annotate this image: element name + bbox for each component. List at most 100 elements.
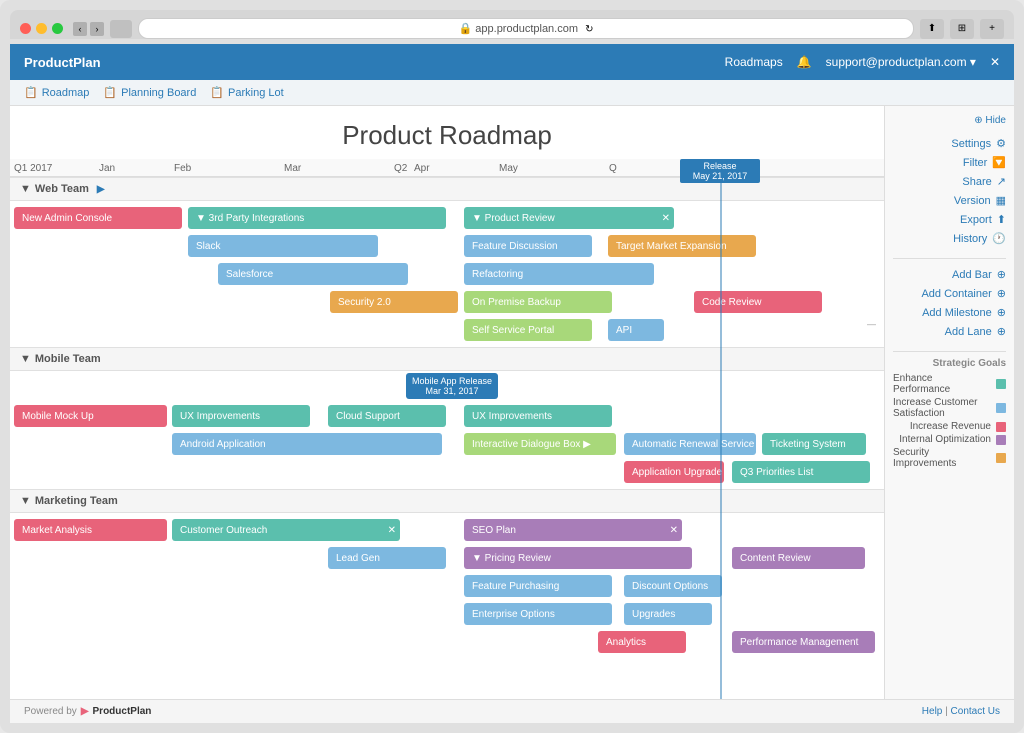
address-bar[interactable]: 🔒 app.productplan.com ↻ [138,18,914,39]
list-item[interactable]: Self Service Portal [464,319,592,341]
add-container-icon: ⊕ [997,287,1006,300]
list-item[interactable]: Mobile Mock Up [14,405,167,427]
web-team-arrow: ▶ [97,184,105,195]
legend-color-4 [996,453,1006,463]
parking-icon: 📋 [210,86,224,99]
sidebar: ⊕ Hide Settings ⚙ Filter 🔽 Share ↗ [884,106,1014,699]
list-item[interactable]: New Admin Console [14,207,182,229]
share-icon: ↗ [997,175,1006,188]
planning-board-tab[interactable]: 📋 Planning Board [103,86,196,99]
list-item[interactable]: Security 2.0 [330,291,458,313]
mar-label: Mar [284,163,394,174]
mobile-team-bars: Mobile Mock Up UX Improvements Cloud Sup… [10,399,884,489]
planning-icon: 📋 [103,86,117,99]
back-button[interactable]: ‹ [73,22,87,36]
collapse-icon[interactable]: ▼ [20,183,31,195]
new-tab-button[interactable]: ⊞ [950,19,974,39]
list-item[interactable]: Enterprise Options [464,603,612,625]
list-item[interactable]: Android Application [172,433,442,455]
roadmaps-link[interactable]: Roadmaps [725,55,783,69]
add-bar-icon: ⊕ [997,268,1006,281]
list-item[interactable]: Interactive Dialogue Box ▶ [464,433,616,455]
pricing-review-bar[interactable]: ▼ Pricing Review [464,547,692,569]
share-button[interactable]: ⬆ [920,19,944,39]
window-button[interactable] [110,20,132,38]
row-options: — [867,319,876,329]
list-item[interactable]: Target Market Expansion [608,235,756,257]
list-item[interactable]: On Premise Backup [464,291,612,313]
user-menu[interactable]: support@productplan.com ▾ [826,55,976,69]
add-milestone-item[interactable]: Add Milestone ⊕ [893,303,1006,322]
list-item[interactable]: Cloud Support [328,405,446,427]
settings-icon: ⚙ [996,137,1006,150]
list-item[interactable]: Feature Purchasing [464,575,612,597]
version-item[interactable]: Version ▦ [893,191,1006,210]
legend-item-2: Increase Revenue [893,421,1006,432]
footer-productplan-logo: ▶ [81,706,89,717]
collapse-icon[interactable]: ▼ [20,495,31,507]
list-item[interactable]: Performance Management [732,631,875,653]
roadmap-tab[interactable]: 📋 Roadmap [24,86,89,99]
traffic-yellow [36,23,47,34]
list-item[interactable]: Refactoring [464,263,654,285]
add-section: Add Bar ⊕ Add Container ⊕ Add Milestone … [893,265,1006,341]
settings-item[interactable]: Settings ⚙ [893,134,1006,153]
list-item[interactable]: Q3 Priorities List [732,461,870,483]
list-item[interactable]: Ticketing System [762,433,866,455]
help-link[interactable]: Help [922,706,943,717]
list-item[interactable]: ▼ Product Review ✕ [464,207,674,229]
table-row: Lead Gen ▼ Pricing Review Content Review [14,545,880,571]
table-row: Salesforce Refactoring [14,261,880,287]
mobile-milestone: Mobile App Release Mar 31, 2017 [406,373,498,399]
q1-label: Q1 2017 [14,163,99,174]
mobile-team-header: ▼ Mobile Team [10,347,884,371]
list-item[interactable]: Upgrades [624,603,712,625]
legend-color-0 [996,379,1006,389]
list-item[interactable]: Content Review [732,547,865,569]
list-item[interactable]: Customer Outreach ✕ [172,519,400,541]
footer-separator: | [945,706,948,717]
refresh-button[interactable]: ↻ [585,24,593,35]
add-milestone-icon: ⊕ [997,306,1006,319]
show-hide-toggle[interactable]: ⊕ Hide [974,115,1006,126]
list-item[interactable]: Automatic Renewal Service [624,433,756,455]
contact-link[interactable]: Contact Us [951,706,1000,717]
close-icon[interactable]: ✕ [990,55,1000,69]
forward-button[interactable]: › [90,22,104,36]
table-row: Mobile Mock Up UX Improvements Cloud Sup… [14,403,880,429]
list-item[interactable]: Application Upgrade [624,461,724,483]
main-layout: Product Roadmap Q1 2017 Jan Feb Mar Q2 A… [10,106,1014,699]
add-lane-item[interactable]: Add Lane ⊕ [893,322,1006,341]
filter-item[interactable]: Filter 🔽 [893,153,1006,172]
list-item[interactable]: Code Review [694,291,822,313]
legend-item-1: Increase Customer Satisfaction [893,397,1006,419]
list-item[interactable]: SEO Plan ✕ [464,519,682,541]
collapse-icon[interactable]: ▼ [20,353,31,365]
list-item[interactable]: ▼ 3rd Party Integrations [188,207,446,229]
list-item[interactable]: Feature Discussion [464,235,592,257]
list-item[interactable]: Salesforce [218,263,408,285]
history-item[interactable]: History 🕐 [893,229,1006,248]
export-item[interactable]: Export ⬆ [893,210,1006,229]
share-item[interactable]: Share ↗ [893,172,1006,191]
list-item[interactable]: Slack [188,235,378,257]
list-item[interactable]: API [608,319,664,341]
add-container-item[interactable]: Add Container ⊕ [893,284,1006,303]
parking-lot-tab[interactable]: 📋 Parking Lot [210,86,283,99]
list-item[interactable]: UX Improvements [464,405,612,427]
add-bar-item[interactable]: Add Bar ⊕ [893,265,1006,284]
list-item[interactable]: Discount Options [624,575,722,597]
table-row: Self Service Portal API — [14,317,880,343]
list-item[interactable]: Lead Gen [328,547,446,569]
legend-item-3: Internal Optimization [893,434,1006,445]
footer-logo-text: ProductPlan [93,706,152,717]
plus-button[interactable]: + [980,19,1004,39]
feb-label: Feb [174,163,284,174]
apr-label: Apr [414,163,499,174]
list-item[interactable]: Analytics [598,631,686,653]
notifications-icon[interactable]: 🔔 [797,55,812,69]
timeline-header: Q1 2017 Jan Feb Mar Q2 Apr May Q Release… [10,159,884,177]
footer-logo-area: Powered by ▶ ProductPlan [24,706,151,717]
list-item[interactable]: Market Analysis [14,519,167,541]
list-item[interactable]: UX Improvements [172,405,310,427]
